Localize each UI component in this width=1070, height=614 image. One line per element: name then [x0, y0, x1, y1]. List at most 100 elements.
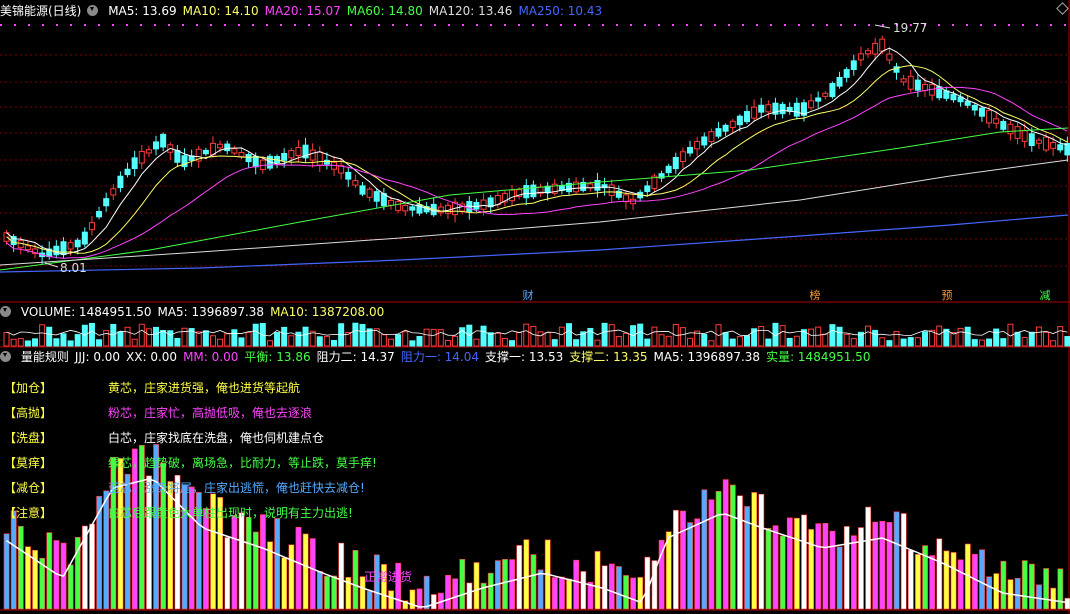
- candle-body: [402, 204, 409, 212]
- indicator-bar: [708, 499, 715, 610]
- candle-body: [1057, 144, 1064, 151]
- bottom-label: 正常进货: [364, 570, 413, 584]
- candle-body: [672, 156, 679, 170]
- candle-body: [202, 149, 209, 155]
- candle-body: [644, 185, 651, 192]
- candle-body: [815, 97, 822, 102]
- candle-body: [1014, 126, 1021, 139]
- top-dot: [784, 24, 786, 26]
- price-panel-menu-icon[interactable]: [87, 5, 99, 16]
- top-dot: [756, 24, 758, 26]
- top-dot: [826, 24, 828, 26]
- candle-body: [231, 148, 238, 154]
- indicator-bar: [1028, 563, 1035, 610]
- event-marker[interactable]: 财: [521, 289, 535, 303]
- volume-bar: [808, 328, 815, 347]
- top-dot: [854, 24, 856, 26]
- indicator-bar: [530, 554, 537, 610]
- top-dot: [476, 24, 478, 26]
- indicator-bar: [516, 545, 523, 610]
- indicator-bar: [17, 525, 24, 610]
- explanation-tag: 【莫痒】: [4, 456, 53, 470]
- candle-body: [793, 102, 800, 117]
- top-dot: [448, 24, 450, 26]
- volume-bar: [644, 338, 651, 347]
- indicator-bar: [295, 526, 302, 610]
- indicator-bar: [886, 522, 893, 610]
- volume-bar: [872, 329, 879, 347]
- top-dot: [140, 24, 142, 26]
- candle-body: [81, 231, 88, 245]
- candle-body: [1028, 133, 1035, 147]
- volume-bar: [46, 326, 53, 347]
- candle-body: [986, 109, 993, 124]
- volume-bar: [67, 340, 74, 347]
- volume-bar: [793, 335, 800, 347]
- volume-bar: [637, 323, 644, 347]
- price-header-item: MA10: 14.10: [182, 4, 259, 18]
- volume-bar: [74, 334, 81, 347]
- volume-bar: [103, 330, 110, 347]
- candle-body: [352, 180, 359, 186]
- indicator-bar: [1050, 587, 1057, 610]
- indicator-bar: [473, 562, 480, 610]
- volume-bar: [124, 326, 131, 347]
- indicator-bar: [366, 590, 373, 610]
- candle-body: [836, 76, 843, 87]
- top-dot: [1050, 24, 1052, 26]
- explanation-tag: 【高抛】: [4, 406, 53, 420]
- volume-bar: [359, 324, 366, 347]
- candle-body: [1050, 142, 1057, 149]
- indicator-bar: [765, 527, 772, 610]
- volume-bar: [665, 335, 672, 347]
- candle-body: [758, 104, 765, 113]
- indicator-panel-menu-icon[interactable]: [0, 351, 11, 362]
- indicator-bar: [1000, 560, 1007, 610]
- volume-bar: [331, 340, 338, 347]
- volume-bar: [907, 337, 914, 347]
- candle-body: [736, 115, 743, 126]
- candle-body: [765, 104, 772, 113]
- volume-bar: [480, 325, 487, 347]
- indicator-bar: [637, 577, 644, 610]
- volume-bar: [160, 330, 167, 347]
- candle-body: [224, 143, 231, 152]
- volume-bar: [1000, 338, 1007, 347]
- volume-bar: [964, 326, 971, 347]
- indicator-bar: [879, 520, 886, 610]
- candle-body: [1021, 130, 1028, 142]
- indicator-header-item: 阻力二: 14.37: [316, 350, 395, 364]
- volume-bar: [736, 336, 743, 347]
- top-dot: [154, 24, 156, 26]
- top-dot: [42, 24, 44, 26]
- volume-bar: [516, 331, 523, 347]
- indicator-bar: [751, 492, 758, 610]
- top-dot: [210, 24, 212, 26]
- volume-bar: [181, 327, 188, 347]
- low-price-label: 8.01: [60, 261, 87, 275]
- volume-bar: [39, 324, 46, 347]
- volume-bar: [950, 332, 957, 347]
- volume-panel-menu-icon[interactable]: [0, 306, 11, 317]
- candle-body: [907, 75, 914, 90]
- candle-body: [1035, 139, 1042, 144]
- volume-header-item: MA10: 1387208.00: [270, 305, 385, 319]
- top-dot: [182, 24, 184, 26]
- indicator-bar: [672, 509, 679, 610]
- volume-bar: [24, 340, 31, 347]
- event-marker[interactable]: 减: [1038, 289, 1052, 303]
- volume-bar: [202, 330, 209, 347]
- indicator-bar: [459, 559, 466, 610]
- indicator-bar: [729, 484, 736, 610]
- stock-chart-window: 19.77 8.01 美锦能源(日线) MA5: 13.69 MA10: 14.10…: [0, 0, 1070, 614]
- candle-body: [544, 185, 551, 194]
- candle-body: [245, 153, 252, 163]
- volume-bar: [138, 323, 145, 347]
- candle-body: [743, 111, 750, 123]
- indicator-bar: [509, 559, 516, 610]
- volume-bar: [914, 337, 921, 347]
- event-marker[interactable]: 预: [940, 289, 954, 303]
- price-header-item: MA20: 15.07: [264, 4, 341, 18]
- indicator-bar: [986, 576, 993, 610]
- event-marker[interactable]: 榜: [808, 289, 822, 303]
